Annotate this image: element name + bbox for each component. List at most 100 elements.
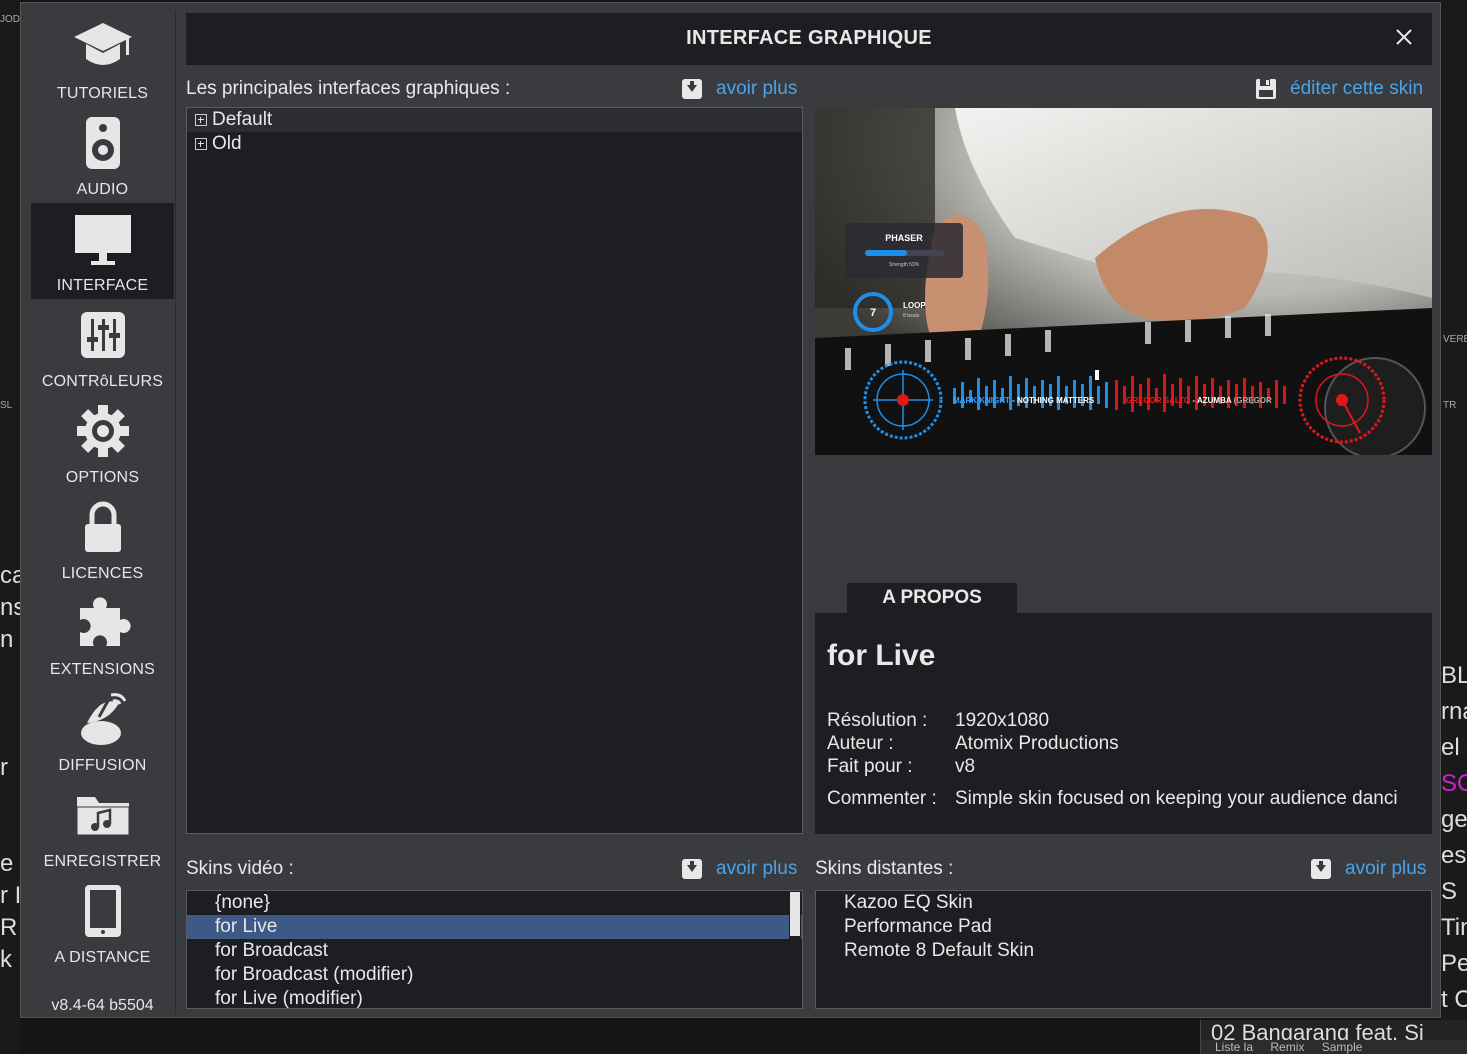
about-author-row: Auteur : Atomix Productions <box>827 733 1119 755</box>
bg-fragment: SL <box>0 400 13 411</box>
bg-fragment: el J <box>1441 734 1467 761</box>
list-item[interactable]: {none} <box>187 891 802 915</box>
bg-fragment: es <box>1441 842 1467 869</box>
made-for-label: Fait pour : <box>827 756 913 777</box>
sidebar-divider <box>175 11 176 1015</box>
lock-icon <box>31 497 174 557</box>
remote-skins-label: Skins distantes : <box>815 858 954 879</box>
bg-tab: Liste la <box>1215 1040 1254 1054</box>
list-item[interactable]: Kazoo EQ Skin <box>816 891 1431 915</box>
preview-deck-right-artist: GREGOR SALTO <box>1126 396 1190 405</box>
video-skins-scrollbar[interactable] <box>789 892 801 1007</box>
settings-sidebar: TUTORIELS AUDIO INTERFACE CONTRôLEURS OP… <box>31 11 174 1014</box>
sidebar-item-label: A DISTANCE <box>54 949 151 966</box>
sidebar-item-options[interactable]: OPTIONS <box>31 395 174 491</box>
sidebar-item-controleurs[interactable]: CONTRôLEURS <box>31 299 174 395</box>
dialog-titlebar: INTERFACE GRAPHIQUE <box>186 13 1432 65</box>
list-item[interactable]: Remote 8 Default Skin <box>816 939 1431 963</box>
sidebar-item-label: TUTORIELS <box>56 85 149 102</box>
preview-loop-sub: 8 beats <box>903 313 920 319</box>
sidebar-item-diffusion[interactable]: DIFFUSION <box>31 683 174 779</box>
video-skins-label: Skins vidéo : <box>186 858 294 879</box>
about-tab[interactable]: A PROPOS <box>847 583 1017 613</box>
sidebar-item-interface[interactable]: INTERFACE <box>31 203 174 299</box>
preview-deck-right-extra: (GREGOR <box>1234 396 1272 405</box>
list-item[interactable]: for Broadcast <box>187 939 802 963</box>
comment-label: Commenter : <box>827 788 937 809</box>
list-item[interactable]: Performance Pad <box>816 915 1431 939</box>
preview-loop-count: 7 <box>870 307 876 319</box>
list-item-selected[interactable]: for Live <box>187 915 802 939</box>
bg-fragment: rna <box>1441 698 1467 725</box>
background-app-right: VERB TR BL rna el J SO ge I es S Tin Pe … <box>1441 0 1467 1054</box>
tablet-icon <box>31 881 174 941</box>
remote-skins-more-link[interactable]: avoir plus <box>1311 858 1426 880</box>
expand-icon[interactable] <box>195 138 207 150</box>
background-app-left: JOD SL ca ns n I r e r I R k ( <box>0 0 27 1054</box>
preview-deck-right-title: - AZUMBA <box>1192 396 1231 405</box>
more-link-text: avoir plus <box>1345 858 1427 879</box>
bg-fragment: r <box>0 754 8 781</box>
sidebar-item-audio[interactable]: AUDIO <box>31 107 174 203</box>
close-icon[interactable] <box>1392 25 1416 49</box>
save-icon <box>1256 79 1276 99</box>
scrollbar-thumb[interactable] <box>790 892 800 936</box>
sidebar-item-label: CONTRôLEURS <box>41 373 164 390</box>
bg-fragment: t C <box>1441 986 1467 1013</box>
resolution-label: Résolution : <box>827 710 928 731</box>
sidebar-item-label: INTERFACE <box>56 277 149 294</box>
sidebar-item-enregistrer[interactable]: ENREGISTRER <box>31 779 174 875</box>
svg-text:MARK KNIGHT - NOTHING: MARK KNIGHT - NOTHING MATTERS <box>953 396 1095 405</box>
author-value: Atomix Productions <box>955 733 1119 754</box>
main-skins-more-link[interactable]: avoir plus <box>682 78 797 100</box>
sidebar-item-label: OPTIONS <box>65 469 140 486</box>
bg-fragment: BL <box>1441 662 1467 689</box>
edit-skin-link[interactable]: éditer cette skin <box>1256 78 1423 100</box>
list-item[interactable]: for Broadcast (modifier) <box>187 963 802 987</box>
more-link-text: avoir plus <box>716 78 798 99</box>
tree-item-label: Old <box>212 133 242 154</box>
sidebar-item-a-distance[interactable]: A DISTANCE <box>31 875 174 971</box>
bg-fragment: S <box>1441 878 1458 905</box>
sidebar-item-extensions[interactable]: EXTENSIONS <box>31 587 174 683</box>
about-comment-row: Commenter : Simple skin focused on keepin… <box>827 788 1398 810</box>
download-icon <box>1311 859 1331 879</box>
preview-fx-name: PHASER <box>885 233 923 243</box>
tree-item-old[interactable]: Old <box>187 132 802 156</box>
background-track-row: 02 Bangarang feat. Si Liste la Remix Sam… <box>1200 1020 1467 1054</box>
author-label: Auteur : <box>827 733 894 754</box>
monitor-icon <box>31 209 174 269</box>
bg-fragment: Pe <box>1441 950 1467 977</box>
bg-track-tabs: Liste la Remix Sample <box>1201 1040 1467 1054</box>
comment-value: Simple skin focused on keeping your audi… <box>955 788 1398 809</box>
settings-dialog: TUTORIELS AUDIO INTERFACE CONTRôLEURS OP… <box>20 2 1441 1018</box>
bg-fragment: R <box>0 914 18 941</box>
svg-text:GREGOR SALTO - AZUMBA: GREGOR SALTO - AZUMBA (GREGOR <box>1126 396 1272 405</box>
list-item[interactable]: for Live (modifier) <box>187 987 802 1008</box>
sidebar-item-licences[interactable]: LICENCES <box>31 491 174 587</box>
tree-item-label: Default <box>212 109 273 130</box>
graduation-cap-icon <box>31 17 174 77</box>
tree-item-default[interactable]: Default <box>187 108 802 132</box>
expand-icon[interactable] <box>195 114 207 126</box>
resolution-value: 1920x1080 <box>955 710 1050 731</box>
skin-name: for Live <box>827 639 936 672</box>
dialog-title: INTERFACE GRAPHIQUE <box>686 27 932 49</box>
more-link-text: avoir plus <box>716 858 798 879</box>
preview-fx-strength: Strength 53% <box>889 262 920 268</box>
sidebar-item-label: EXTENSIONS <box>49 661 156 678</box>
puzzle-icon <box>31 593 174 653</box>
preview-deck-left-artist: MARK KNIGHT <box>953 396 1010 405</box>
skin-preview-image: PHASER Strength 53% 7 LOOP 8 beats MARK … <box>815 108 1432 455</box>
remote-skins-list: Kazoo EQ Skin Performance Pad Remote 8 D… <box>815 890 1432 1009</box>
mixer-sliders-icon <box>31 305 174 365</box>
edit-link-text: éditer cette skin <box>1290 78 1424 99</box>
sidebar-item-tutoriels[interactable]: TUTORIELS <box>31 11 174 107</box>
made-for-value: v8 <box>955 756 976 777</box>
bg-tab: Remix <box>1270 1040 1305 1054</box>
video-skins-more-link[interactable]: avoir plus <box>682 858 797 880</box>
preview-loop-label: LOOP <box>903 301 926 310</box>
sidebar-item-label: AUDIO <box>76 181 129 198</box>
gear-icon <box>31 401 174 461</box>
music-folder-icon <box>31 785 174 845</box>
